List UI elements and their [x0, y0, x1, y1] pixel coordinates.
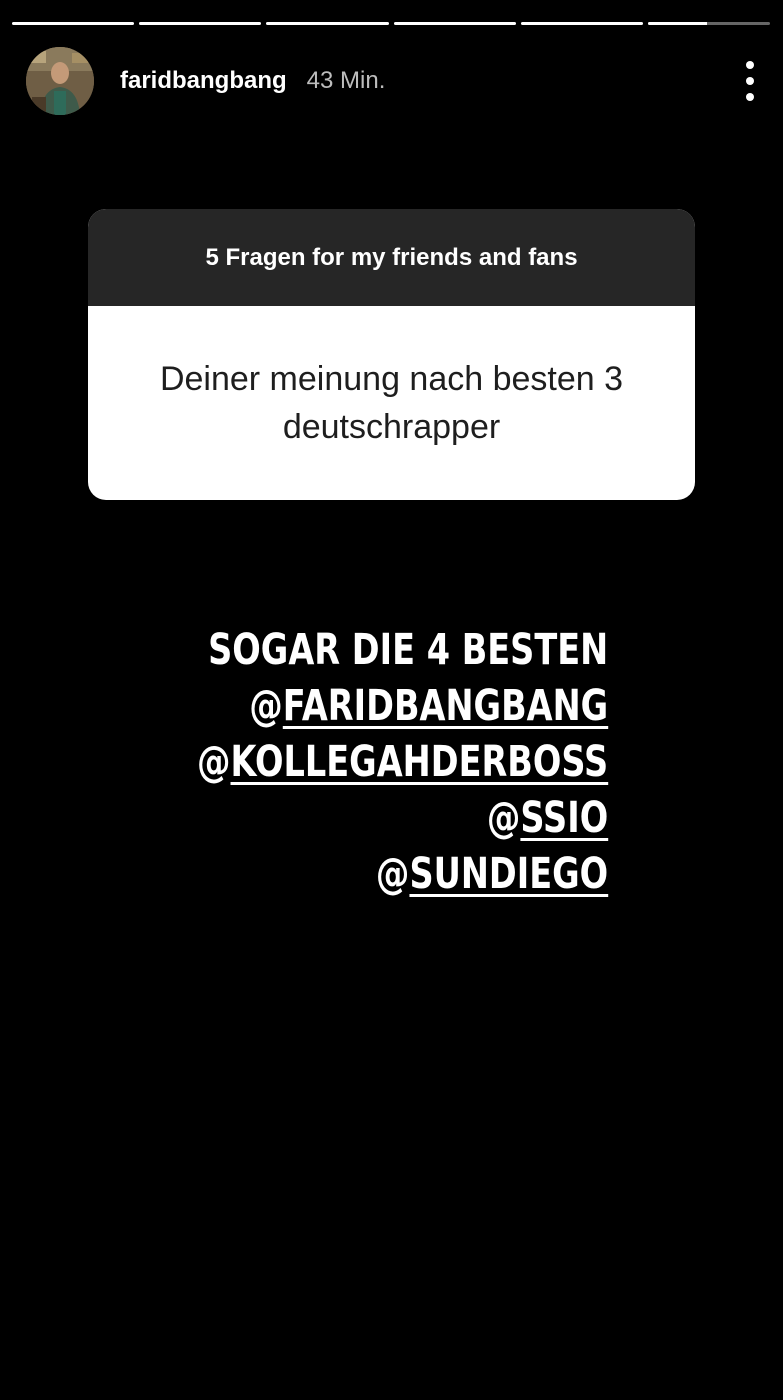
username[interactable]: faridbangbang [120, 67, 287, 95]
mention-ssio[interactable]: @SSIO [197, 790, 608, 846]
progress-segment [139, 22, 262, 25]
mention-kollegahderboss[interactable]: @KOLLEGAHDERBOSS [197, 734, 608, 790]
story-header: faridbangbang 43 Min. [26, 46, 757, 116]
question-sticker-text: Deiner meinung nach besten 3 deutschrapp… [159, 360, 624, 446]
question-sticker-title: 5 Fragen for my friends and fans [88, 209, 695, 306]
avatar[interactable] [26, 47, 94, 115]
progress-fill [393, 22, 516, 25]
more-vertical-icon[interactable] [743, 61, 757, 101]
progress-fill [12, 22, 135, 25]
mention-name: SUNDIEGO [409, 849, 608, 899]
progress-segment [266, 22, 389, 25]
story-progress-bar [12, 22, 771, 26]
avatar-photo [26, 47, 94, 115]
post-time: 43 Min. [306, 67, 386, 94]
question-sticker[interactable]: 5 Fragen for my friends and fans Deiner … [88, 209, 695, 500]
progress-segment [12, 22, 135, 25]
progress-fill [266, 22, 389, 25]
progress-fill [520, 22, 643, 25]
mention-name: KOLLEGAHDERBOSS [230, 737, 608, 787]
progress-segment [393, 22, 516, 25]
mention-at: @ [196, 737, 231, 787]
mention-faridbangbang[interactable]: @FARIDBANGBANG [197, 678, 608, 734]
answer-headline: SOGAR DIE 4 BESTEN [207, 625, 608, 675]
progress-segment [647, 22, 771, 25]
mention-sundiego[interactable]: @SUNDIEGO [197, 846, 608, 902]
mention-at: @ [249, 681, 283, 731]
mention-name: FARIDBANGBANG [282, 681, 608, 731]
mention-name: SSIO [520, 793, 608, 843]
progress-fill [139, 22, 262, 25]
progress-segment [520, 22, 643, 25]
progress-fill [647, 22, 707, 25]
story-answer-text: SOGAR DIE 4 BESTEN @FARIDBANGBANG @KOLLE… [81, 622, 608, 902]
mention-at: @ [486, 793, 521, 843]
mention-at: @ [375, 849, 410, 899]
